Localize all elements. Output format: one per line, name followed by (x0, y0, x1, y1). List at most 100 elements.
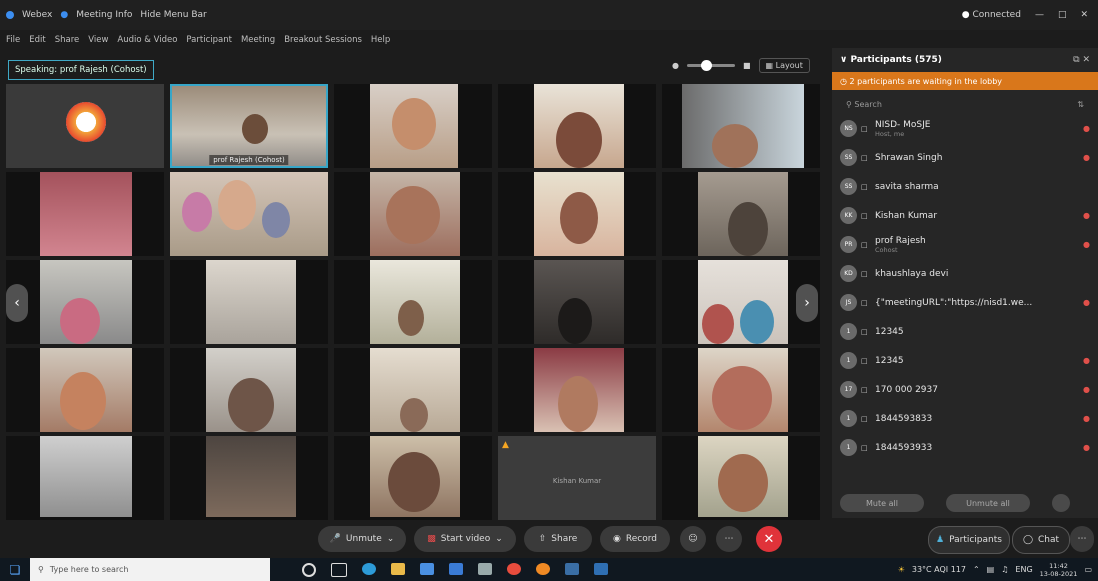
chrome-icon[interactable] (507, 562, 521, 575)
video-tile[interactable] (662, 436, 820, 520)
menu-edit[interactable]: Edit (29, 35, 45, 45)
hide-menu-button[interactable]: Hide Menu Bar (140, 10, 206, 20)
participant-row[interactable]: 1 □ 12345 (832, 317, 1098, 346)
previous-page-arrow[interactable]: ‹ (6, 284, 28, 322)
record-button[interactable]: ◉ Record (600, 526, 670, 552)
start-video-button[interactable]: ▩ Start video ⌄ (414, 526, 516, 552)
participant-row[interactable]: 1 □ 12345 ● (832, 346, 1098, 375)
chat-toggle[interactable]: ◯ Chat (1012, 526, 1070, 554)
microphone-icon[interactable]: ● (1078, 124, 1090, 133)
unmute-all-button[interactable]: Unmute all (946, 494, 1030, 512)
taskbar-search[interactable]: ⚲ Type here to search (30, 558, 270, 581)
video-tile[interactable] (334, 436, 492, 520)
menu-audio-video[interactable]: Audio & Video (117, 35, 177, 45)
video-tile[interactable] (6, 348, 164, 432)
video-tile[interactable] (6, 84, 164, 168)
video-tile[interactable] (498, 260, 656, 344)
video-tile[interactable] (170, 260, 328, 344)
app-label[interactable]: Webex (22, 10, 52, 20)
video-tile[interactable] (6, 260, 164, 344)
video-tile[interactable] (170, 172, 328, 256)
participant-row[interactable]: 1 □ 1844593933 ● (832, 433, 1098, 462)
microphone-icon[interactable]: ● (1078, 298, 1090, 307)
video-tile[interactable] (334, 348, 492, 432)
network-icon[interactable]: ▤ (987, 565, 995, 574)
collapse-chevron-icon[interactable]: ∨ (840, 55, 850, 65)
file-explorer-icon[interactable] (391, 562, 405, 575)
close-icon[interactable]: ✕ (1080, 10, 1088, 20)
video-tile[interactable] (662, 172, 820, 256)
participant-row[interactable]: SS □ Shrawan Singh ● (832, 143, 1098, 172)
cortana-icon[interactable] (302, 562, 316, 577)
layout-button[interactable]: ▦ Layout (758, 58, 810, 73)
participant-row[interactable]: KK □ Kishan Kumar ● (832, 201, 1098, 230)
participants-toggle[interactable]: ♟ Participants (928, 526, 1010, 554)
video-tile[interactable] (6, 436, 164, 520)
next-page-arrow[interactable]: › (796, 284, 818, 322)
sort-icon[interactable]: ⇅ (1077, 100, 1084, 109)
task-view-icon[interactable] (331, 562, 347, 577)
menu-help[interactable]: Help (371, 35, 390, 45)
microphone-icon[interactable]: ● (1078, 414, 1090, 423)
minimize-icon[interactable]: — (1035, 10, 1044, 20)
share-button[interactable]: ⇧ Share (524, 526, 592, 552)
close-panel-icon[interactable]: ✕ (1082, 55, 1090, 65)
microphone-icon[interactable]: ● (1078, 385, 1090, 394)
participant-search[interactable]: ⚲ Search ⇅ (832, 94, 1098, 114)
edge-icon[interactable] (362, 562, 376, 575)
video-tile[interactable] (662, 84, 820, 168)
more-button[interactable]: ⋯ (716, 526, 742, 552)
reactions-button[interactable]: ☺ (680, 526, 706, 552)
video-tile[interactable] (170, 348, 328, 432)
video-tile[interactable] (662, 348, 820, 432)
video-tile[interactable] (334, 260, 492, 344)
app-icon[interactable] (594, 562, 608, 575)
participant-row[interactable]: NS □ NISD- MoSJE Host, me ● (832, 114, 1098, 143)
firefox-icon[interactable] (536, 562, 550, 575)
video-tile[interactable] (498, 348, 656, 432)
microphone-icon[interactable]: ● (1078, 443, 1090, 452)
popout-icon[interactable]: ⧉ (1073, 55, 1079, 65)
video-tile[interactable] (334, 172, 492, 256)
menu-participant[interactable]: Participant (186, 35, 232, 45)
microphone-icon[interactable]: ● (1078, 356, 1090, 365)
participant-row[interactable]: 1 □ 1844593833 ● (832, 404, 1098, 433)
mail-icon[interactable] (449, 562, 463, 575)
menu-meeting[interactable]: Meeting (241, 35, 275, 45)
video-tile[interactable] (6, 172, 164, 256)
zoom-slider-knob[interactable] (700, 60, 712, 71)
unmute-button[interactable]: 🎤 Unmute ⌄ (318, 526, 406, 552)
leave-meeting-button[interactable]: ✕ (756, 526, 782, 552)
video-tile-selected[interactable]: prof Rajesh (Cohost) (170, 84, 328, 168)
clock[interactable]: 11:42 13-08-2021 (1040, 562, 1078, 578)
participant-row[interactable]: PR □ prof Rajesh Cohost ● (832, 230, 1098, 259)
zoom-slider[interactable] (686, 60, 735, 71)
lobby-banner[interactable]: ◷ 2 participants are waiting in the lobb… (832, 72, 1098, 90)
notifications-icon[interactable]: ▭ (1084, 565, 1092, 574)
webex-taskbar-icon[interactable] (565, 562, 579, 575)
microphone-icon[interactable]: ● (1078, 211, 1090, 220)
video-tile[interactable] (170, 436, 328, 520)
panel-more-button[interactable]: ⋯ (1070, 526, 1094, 552)
participant-row[interactable]: 17 □ 170 000 2937 ● (832, 375, 1098, 404)
participant-row[interactable]: SS □ savita sharma (832, 172, 1098, 201)
participant-row[interactable]: KD □ khaushlaya devi (832, 259, 1098, 288)
microphone-icon[interactable]: ● (1078, 153, 1090, 162)
store-icon[interactable] (420, 562, 434, 575)
settings-icon[interactable] (478, 562, 492, 575)
connection-status[interactable]: ● Connected (962, 10, 1021, 20)
volume-icon[interactable]: ♫ (1001, 565, 1008, 574)
windows-start-icon[interactable]: ❏ (0, 563, 30, 577)
zoom-out-icon[interactable]: ● (672, 61, 679, 70)
menu-breakout[interactable]: Breakout Sessions (284, 35, 362, 45)
menu-file[interactable]: File (6, 35, 20, 45)
participant-row[interactable]: JS □ {"meetingURL":"https://nisd1.we... ● (832, 288, 1098, 317)
video-tile[interactable]: ▲ Kishan Kumar (498, 436, 656, 520)
video-tile[interactable] (498, 84, 656, 168)
meeting-info-button[interactable]: Meeting Info (76, 10, 132, 20)
video-tile[interactable] (498, 172, 656, 256)
weather-text[interactable]: 33°C AQI 117 (912, 565, 966, 574)
zoom-in-icon[interactable]: ■ (743, 61, 751, 70)
microphone-icon[interactable]: ● (1078, 240, 1090, 249)
more-options-button[interactable] (1052, 494, 1070, 512)
